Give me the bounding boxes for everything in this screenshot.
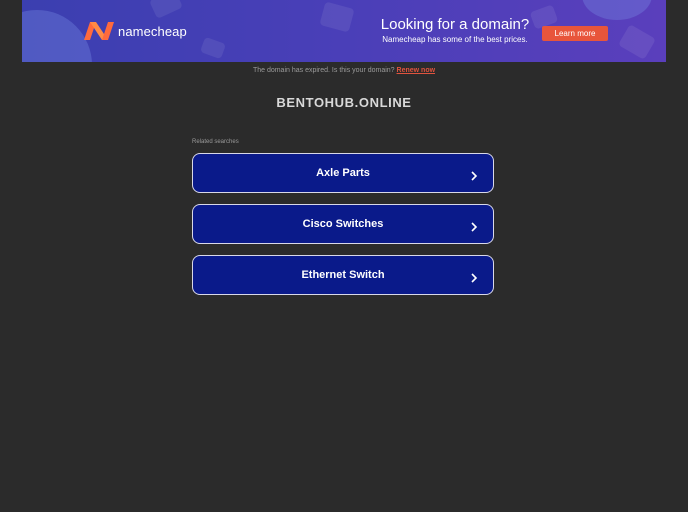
related-search-axle-parts[interactable]: Axle Parts [192,153,494,193]
decorative-shape [319,1,355,33]
chevron-right-icon [469,168,479,181]
expired-notice: The domain has expired. Is this your dom… [0,66,688,76]
related-search-label: Axle Parts [316,167,370,179]
related-searches-label: Related searches [192,139,239,145]
domain-title: BENTOHUB.ONLINE [276,95,412,110]
expired-text: The domain has expired. Is this your dom… [252,67,395,74]
renew-now-link[interactable]: Renew now [397,67,436,74]
promo-title: Looking for a domain? [380,16,530,33]
chevron-right-icon [469,270,479,283]
promo-subtitle: Namecheap has some of the best prices. [382,35,528,44]
namecheap-logo-icon [82,20,114,42]
logo-text: namecheap [118,23,187,39]
decorative-shape [618,24,656,60]
learn-more-button[interactable]: Learn more [542,26,608,41]
related-search-cisco-switches[interactable]: Cisco Switches [192,204,494,244]
related-search-label: Cisco Switches [302,218,384,230]
chevron-right-icon [469,219,479,232]
namecheap-logo[interactable]: namecheap [82,20,187,42]
related-search-label: Ethernet Switch [301,269,385,281]
decorative-circle [582,0,652,20]
decorative-shape [199,36,227,60]
decorative-shape [149,0,183,19]
promo-block: Looking for a domain? Namecheap has some… [380,16,530,46]
namecheap-banner[interactable]: namecheap Looking for a domain? Namechea… [22,0,666,62]
related-search-ethernet-switch[interactable]: Ethernet Switch [192,255,494,295]
